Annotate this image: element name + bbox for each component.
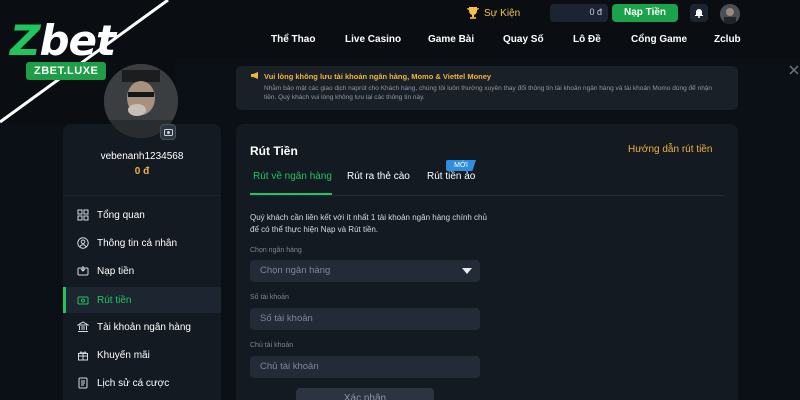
tab-withdraw-card[interactable]: Rút ra thẻ cào: [347, 171, 410, 182]
deposit-button[interactable]: Nạp Tiền: [612, 4, 678, 22]
sidebar-item-label: Nạp tiền: [97, 265, 135, 277]
sidebar-item-personal-info[interactable]: Thông tin cá nhân: [63, 230, 221, 256]
nav-item-live-casino[interactable]: Live Casino: [345, 34, 401, 45]
intro-text: Quý khách cần liên kết với ít nhất 1 tài…: [250, 213, 487, 234]
sidebar-item-deposit[interactable]: Nạp tiền: [63, 258, 221, 284]
nav-item-card-games[interactable]: Game Bài: [428, 34, 474, 45]
nav-item-lottery[interactable]: Quay Số: [503, 34, 544, 45]
sidebar-item-label: Thông tin cá nhân: [97, 237, 178, 249]
nav-item-sports[interactable]: Thể Thao: [271, 34, 315, 45]
tab-withdraw-bank[interactable]: Rút về ngân hàng: [253, 171, 332, 182]
bell-icon: [695, 9, 703, 18]
tab-withdraw-crypto[interactable]: Rút tiền ảo: [427, 171, 475, 182]
tab-divider: [250, 195, 724, 196]
megaphone-icon: [251, 72, 258, 79]
notice-title-text: Vui lòng không lưu tài khoản ngân hàng, …: [264, 72, 492, 81]
sidebar-item-bank-account[interactable]: Tài khoản ngân hàng: [63, 314, 221, 340]
sidebar-item-overview[interactable]: Tổng quan: [63, 202, 221, 228]
gift-icon: [78, 351, 88, 361]
event-button[interactable]: Sự Kiện: [466, 4, 520, 22]
header-avatar[interactable]: [720, 4, 740, 24]
account-holder-label: Chủ tài khoản: [250, 342, 294, 349]
deposit-icon: [77, 266, 89, 276]
logo-z: Z: [10, 16, 40, 65]
sidebar-item-promotions[interactable]: Khuyến mãi: [63, 342, 221, 368]
active-tab-indicator: [250, 193, 332, 195]
username: vebenanh1234568: [100, 151, 184, 162]
notice-body: Nhằm bảo mật các giao dịch naprút cho Kh…: [264, 85, 713, 101]
chevron-down-icon: [462, 268, 472, 274]
sidebar-item-label: Tổng quan: [97, 209, 145, 221]
account-number-input[interactable]: [250, 308, 480, 330]
sidebar-item-label: Rút tiền: [97, 294, 132, 306]
sidebar-item-label: Lịch sử cá cược: [97, 377, 170, 389]
sidebar-balance: 0 đ: [134, 166, 150, 177]
page-title: Rút Tiền: [250, 144, 298, 158]
withdraw-icon: [77, 296, 89, 305]
notification-button[interactable]: [690, 4, 708, 22]
bank-icon: [77, 321, 89, 332]
event-label: Sự Kiện: [484, 7, 521, 19]
security-notice: Vui lòng không lưu tài khoản ngân hàng, …: [236, 66, 738, 110]
notice-title: Vui lòng không lưu tài khoản ngân hàng, …: [250, 72, 726, 81]
sidebar-item-withdraw[interactable]: Rút tiền: [63, 287, 221, 313]
bank-select[interactable]: Chọn ngân hàng: [250, 260, 480, 282]
main-nav: Thể Thao Live Casino Game Bài Quay Số Lô…: [250, 34, 800, 48]
user-icon: [77, 237, 89, 249]
sidebar-item-label: Khuyến mãi: [97, 349, 150, 361]
nav-item-zclub[interactable]: Zclub: [714, 34, 741, 45]
account-number-label: Số tài khoản: [250, 294, 289, 301]
logo-bet: bet: [39, 16, 116, 65]
header-balance: 0 đ: [550, 4, 608, 22]
brand-domain: ZBET.LUXE: [26, 62, 107, 80]
bank-select-label: Chọn ngân hàng: [250, 247, 302, 254]
bank-select-value: Chọn ngân hàng: [260, 265, 331, 276]
history-icon: [78, 377, 88, 389]
camera-icon: [163, 129, 173, 136]
nav-item-game-portal[interactable]: Cổng Game: [631, 34, 687, 45]
sidebar-item-bet-history[interactable]: Lịch sử cá cược: [63, 370, 221, 396]
overview-icon: [77, 209, 89, 221]
trophy-icon: [467, 7, 479, 19]
confirm-button[interactable]: Xác nhận: [296, 388, 434, 400]
nav-item-lo-de[interactable]: Lô Đề: [573, 34, 601, 45]
avatar-image: [720, 4, 740, 24]
expand-icon[interactable]: [788, 64, 800, 76]
account-holder-input[interactable]: [250, 356, 480, 378]
sidebar-item-label: Tài khoản ngân hàng: [97, 321, 191, 333]
new-badge: MỚI: [446, 160, 476, 171]
sidebar-divider: [63, 195, 221, 196]
brand-logo[interactable]: Zbet: [10, 16, 116, 65]
withdraw-guide-link[interactable]: Hướng dẫn rút tiền: [628, 144, 712, 155]
change-avatar-button[interactable]: [160, 124, 176, 140]
